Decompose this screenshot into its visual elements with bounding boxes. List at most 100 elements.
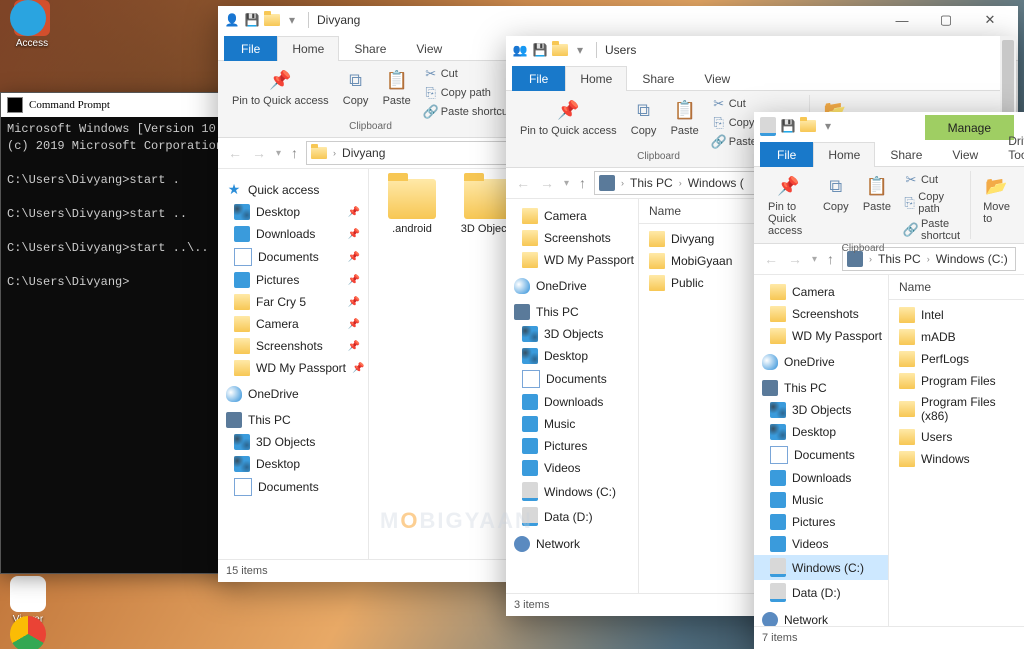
network-header[interactable]: Network xyxy=(506,533,638,555)
tab-file[interactable]: File xyxy=(512,66,565,91)
copy-button[interactable]: ⧉Copy xyxy=(627,95,661,151)
nav-item[interactable]: Desktop xyxy=(218,453,368,475)
nav-up[interactable]: ↑ xyxy=(289,145,300,161)
tab-home[interactable]: Home xyxy=(813,142,875,167)
paste-shortcut-button[interactable]: 🔗Paste shortcut xyxy=(901,217,962,243)
cut-button[interactable]: ✂Cut xyxy=(709,95,801,113)
qat-menu-icon[interactable]: ▾ xyxy=(820,118,836,134)
folder-item[interactable]: .android xyxy=(375,179,449,235)
network-header[interactable]: Network xyxy=(754,609,888,626)
paste-button[interactable]: 📋Paste xyxy=(379,65,415,121)
nav-item[interactable]: Desktop xyxy=(754,421,888,443)
tab-file[interactable]: File xyxy=(760,142,813,167)
pin-quick-access-button[interactable]: 📌Pin to Quick access xyxy=(516,95,621,151)
nav-item[interactable]: Data (D:) xyxy=(506,504,638,529)
nav-item[interactable]: Music xyxy=(754,489,888,511)
this-pc-header[interactable]: This PC xyxy=(218,409,368,431)
nav-recent[interactable]: ▾ xyxy=(562,178,571,189)
tab-view[interactable]: View xyxy=(401,36,457,61)
save-qat-icon[interactable]: 💾 xyxy=(244,12,260,28)
minimize-button[interactable]: — xyxy=(880,6,924,34)
nav-pane[interactable]: CameraScreenshotsWD My Passport OneDrive… xyxy=(754,275,889,626)
tab-drive-tools[interactable]: Drive Tools xyxy=(993,128,1024,167)
nav-item[interactable]: WD My Passport📌 xyxy=(218,357,368,379)
tab-share[interactable]: Share xyxy=(339,36,401,61)
nav-pane[interactable]: ★Quick access Desktop📌Downloads📌Document… xyxy=(218,169,369,559)
nav-item[interactable]: 3D Objects xyxy=(506,323,638,345)
titlebar[interactable]: 💾 ▾ Manage xyxy=(754,112,1024,140)
save-qat-icon[interactable]: 💾 xyxy=(532,42,548,58)
command-prompt-window[interactable]: Command Prompt Microsoft Windows [Versio… xyxy=(0,92,242,574)
nav-recent[interactable]: ▾ xyxy=(274,148,283,159)
nav-item[interactable]: Desktop xyxy=(506,345,638,367)
paste-button[interactable]: 📋Paste xyxy=(859,171,895,243)
nav-item[interactable]: Camera xyxy=(754,281,888,303)
list-item[interactable]: mADB xyxy=(889,326,1024,348)
nav-item[interactable]: Downloads xyxy=(506,391,638,413)
onedrive-header[interactable]: OneDrive xyxy=(506,275,638,297)
content-pane[interactable]: Name IntelmADBPerfLogsProgram FilesProgr… xyxy=(889,275,1024,626)
titlebar[interactable]: 👥 💾 ▾ Users xyxy=(506,36,1016,64)
list-item[interactable]: Program Files xyxy=(889,370,1024,392)
nav-item[interactable]: Pictures📌 xyxy=(218,269,368,291)
nav-item[interactable]: Documents xyxy=(218,475,368,499)
tab-share[interactable]: Share xyxy=(627,66,689,91)
nav-back[interactable]: ← xyxy=(514,175,532,191)
copy-path-button[interactable]: ⎘Copy path xyxy=(901,190,962,216)
list-item[interactable]: Intel xyxy=(889,304,1024,326)
nav-item[interactable]: Data (D:) xyxy=(754,580,888,605)
list-item[interactable]: PerfLogs xyxy=(889,348,1024,370)
list-item[interactable]: Windows xyxy=(889,448,1024,470)
nav-item[interactable]: Documents📌 xyxy=(218,245,368,269)
nav-recent[interactable]: ▾ xyxy=(810,254,819,265)
tab-home[interactable]: Home xyxy=(565,66,627,91)
qat-menu-icon[interactable]: ▾ xyxy=(572,42,588,58)
column-header-name[interactable]: Name xyxy=(889,275,1024,300)
nav-back[interactable]: ← xyxy=(226,145,244,161)
nav-item[interactable]: Videos xyxy=(506,457,638,479)
nav-item[interactable]: Screenshots xyxy=(506,227,638,249)
nav-forward[interactable]: → xyxy=(786,251,804,267)
nav-item[interactable]: Documents xyxy=(754,443,888,467)
nav-item[interactable]: Desktop📌 xyxy=(218,201,368,223)
nav-pane[interactable]: CameraScreenshotsWD My Passport OneDrive… xyxy=(506,199,639,593)
close-button[interactable]: ✕ xyxy=(968,6,1012,34)
breadcrumb[interactable]: Windows (C:) xyxy=(936,252,1008,266)
paste-shortcut-button[interactable]: 🔗Paste shortcut xyxy=(421,103,513,121)
nav-item[interactable]: Screenshots xyxy=(754,303,888,325)
breadcrumb[interactable]: Windows ( xyxy=(688,176,744,190)
tab-view[interactable]: View xyxy=(689,66,745,91)
this-pc-header[interactable]: This PC xyxy=(506,301,638,323)
tab-view[interactable]: View xyxy=(937,142,993,167)
copy-button[interactable]: ⧉Copy xyxy=(339,65,373,121)
nav-item[interactable]: Camera📌 xyxy=(218,313,368,335)
nav-forward[interactable]: → xyxy=(250,145,268,161)
maximize-button[interactable]: ▢ xyxy=(924,6,968,34)
nav-item[interactable]: Videos xyxy=(754,533,888,555)
cmd-titlebar[interactable]: Command Prompt xyxy=(1,93,241,117)
cmd-body[interactable]: Microsoft Windows [Version 10. (c) 2019 … xyxy=(1,117,241,295)
onedrive-header[interactable]: OneDrive xyxy=(218,383,368,405)
nav-item[interactable]: 3D Objects xyxy=(754,399,888,421)
tab-share[interactable]: Share xyxy=(875,142,937,167)
list-item[interactable]: Users xyxy=(889,426,1024,448)
pin-quick-access-button[interactable]: 📌Pin to Quick access xyxy=(764,171,813,243)
nav-back[interactable]: ← xyxy=(762,251,780,267)
copy-path-button[interactable]: ⎘Copy path xyxy=(421,84,513,102)
folder-qat-icon[interactable] xyxy=(800,120,816,132)
nav-item[interactable]: WD My Passport xyxy=(754,325,888,347)
list-item[interactable]: Program Files (x86) xyxy=(889,392,1024,426)
nav-forward[interactable]: → xyxy=(538,175,556,191)
pin-quick-access-button[interactable]: 📌Pin to Quick access xyxy=(228,65,333,121)
nav-item[interactable]: Downloads xyxy=(754,467,888,489)
nav-item[interactable]: Pictures xyxy=(506,435,638,457)
paste-button[interactable]: 📋Paste xyxy=(667,95,703,151)
nav-item[interactable]: Downloads📌 xyxy=(218,223,368,245)
nav-up[interactable]: ↑ xyxy=(825,251,836,267)
breadcrumb[interactable]: This PC xyxy=(630,176,673,190)
nav-item[interactable]: Camera xyxy=(506,205,638,227)
onedrive-header[interactable]: OneDrive xyxy=(754,351,888,373)
move-to-button[interactable]: 📂Move to xyxy=(979,171,1014,227)
explorer-window-c-drive[interactable]: 💾 ▾ Manage File Home Share View Drive To… xyxy=(754,112,1024,649)
cut-button[interactable]: ✂Cut xyxy=(421,65,513,83)
